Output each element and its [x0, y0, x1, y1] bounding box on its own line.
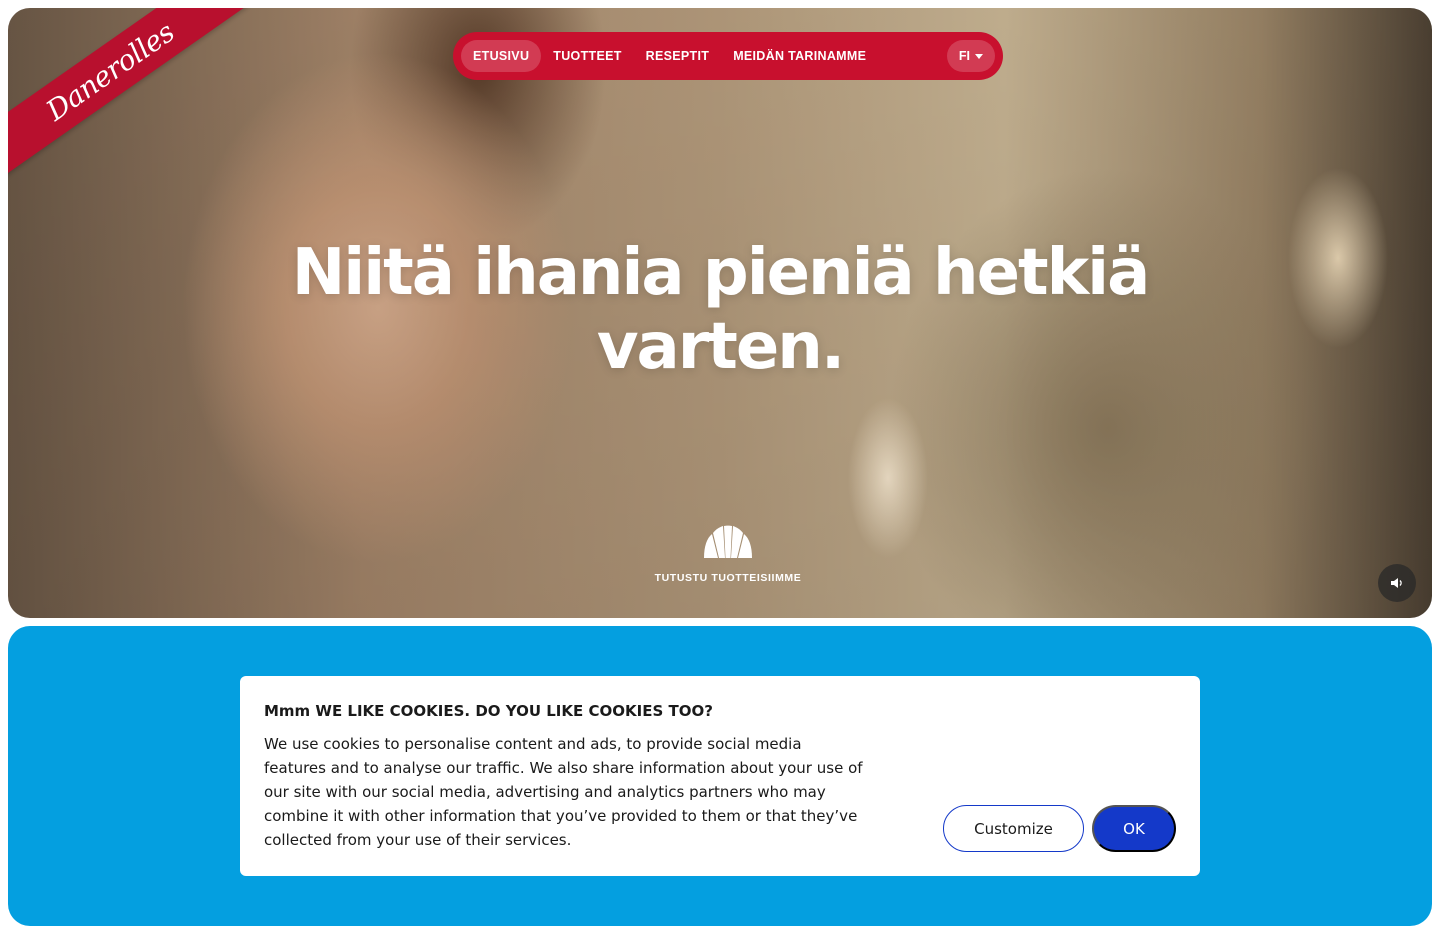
nav-item-recipes[interactable]: RESEPTIT: [634, 40, 722, 72]
explore-products-link[interactable]: TUTUSTU TUOTTEISIIMME: [628, 524, 828, 584]
cookie-banner: Mmm WE LIKE COOKIES. DO YOU LIKE COOKIES…: [240, 676, 1200, 876]
headline-line-1: Niitä ihania pieniä hetkiä: [291, 236, 1151, 310]
cookie-description: We use cookies to personalise content an…: [264, 735, 863, 849]
hero-headline: Niitä ihania pieniä hetkiä varten.: [8, 236, 1432, 384]
nav-item-our-story[interactable]: MEIDÄN TARINAMME: [721, 40, 878, 72]
main-nav: ETUSIVU TUOTTEET RESEPTIT MEIDÄN TARINAM…: [453, 32, 1003, 80]
headline-line-2: varten.: [596, 310, 845, 384]
language-selector[interactable]: FI: [946, 40, 995, 72]
language-label: FI: [958, 49, 970, 63]
croissant-icon: [704, 525, 752, 558]
ok-button[interactable]: OK: [1092, 805, 1176, 852]
chevron-down-icon: [975, 53, 983, 59]
speaker-icon: [1391, 578, 1402, 588]
nav-item-home[interactable]: ETUSIVU: [461, 40, 542, 72]
hero-video: Danerolles ETUSIVU TUOTTEET RESEPTIT MEI…: [8, 8, 1432, 618]
sound-toggle-button[interactable]: [1378, 564, 1416, 602]
nav-item-products[interactable]: TUOTTEET: [541, 40, 633, 72]
customize-button[interactable]: Customize: [943, 805, 1084, 852]
cookie-title: Mmm WE LIKE COOKIES. DO YOU LIKE COOKIES…: [264, 702, 713, 720]
brand-logo[interactable]: Danerolles: [8, 8, 248, 178]
logo-text: Danerolles: [39, 15, 181, 127]
explore-label: TUTUSTU TUOTTEISIIMME: [654, 572, 802, 584]
